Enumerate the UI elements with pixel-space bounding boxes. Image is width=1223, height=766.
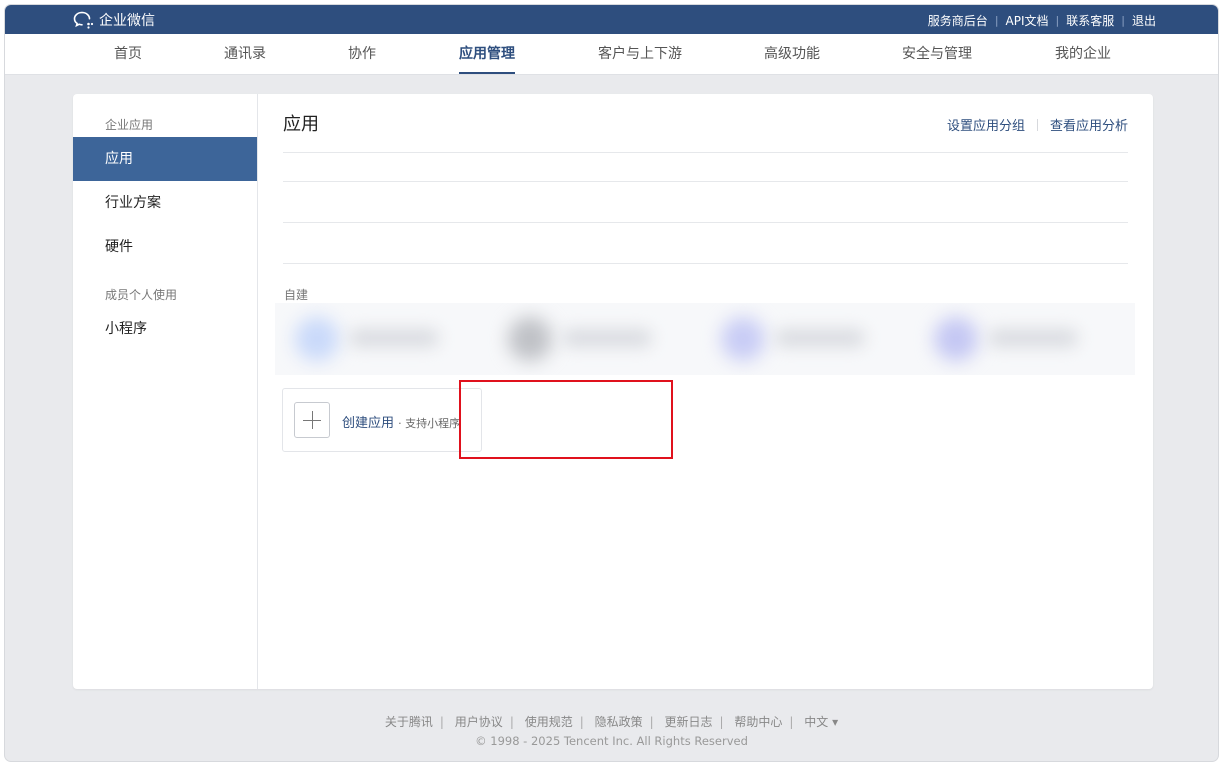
tab-collaboration[interactable]: 协作 bbox=[348, 34, 376, 74]
header-actions: 设置应用分组 查看应用分析 bbox=[947, 115, 1128, 134]
create-app-label: 创建应用 bbox=[342, 416, 395, 431]
separator: | bbox=[994, 14, 999, 27]
divider bbox=[283, 222, 1128, 223]
footer-link-usage-rules[interactable]: 使用规范 bbox=[525, 715, 573, 729]
api-docs-link[interactable]: API文档 bbox=[1006, 12, 1049, 29]
app-name bbox=[988, 329, 1078, 347]
separator: | bbox=[579, 715, 584, 729]
app-icon bbox=[721, 317, 765, 361]
footer-link-changelog[interactable]: 更新日志 bbox=[664, 715, 712, 729]
divider bbox=[283, 263, 1128, 264]
app-icon bbox=[508, 317, 552, 361]
tab-customers[interactable]: 客户与上下游 bbox=[598, 34, 682, 74]
blurred-app-list bbox=[275, 303, 1135, 375]
wecom-logo-icon bbox=[73, 11, 94, 29]
brand-logo[interactable]: 企业微信 bbox=[73, 10, 155, 30]
app-item[interactable] bbox=[275, 303, 465, 375]
separator: | bbox=[1121, 14, 1125, 27]
brand-name: 企业微信 bbox=[99, 13, 155, 29]
create-app-text: 创建应用 · 支持小程序 bbox=[342, 412, 460, 431]
separator: | bbox=[1055, 14, 1060, 27]
divider bbox=[283, 181, 1128, 182]
sidebar: 企业应用 应用 行业方案 硬件 成员个人使用 小程序 bbox=[73, 94, 258, 689]
app-icon bbox=[295, 317, 339, 361]
separator: | bbox=[439, 715, 444, 729]
create-app-button[interactable]: 创建应用 · 支持小程序 bbox=[282, 388, 482, 452]
separator bbox=[1036, 118, 1038, 131]
app-name bbox=[775, 329, 865, 347]
sidebar-group-personal-use: 成员个人使用 bbox=[105, 288, 178, 302]
app-icon bbox=[934, 317, 978, 361]
tab-security[interactable]: 安全与管理 bbox=[902, 34, 972, 74]
app-item[interactable] bbox=[488, 303, 678, 375]
tab-my-enterprise[interactable]: 我的企业 bbox=[1055, 34, 1111, 74]
sidebar-item-apps[interactable]: 应用 bbox=[73, 137, 257, 181]
main-nav: 首页 通讯录 协作 应用管理 客户与上下游 高级功能 安全与管理 我的企业 bbox=[5, 34, 1218, 75]
sidebar-item-hardware[interactable]: 硬件 bbox=[73, 225, 257, 269]
content-card: 企业应用 应用 行业方案 硬件 成员个人使用 小程序 应用 设置应用分组 查看应… bbox=[73, 94, 1153, 689]
footer-link-about[interactable]: 关于腾讯 bbox=[385, 715, 433, 729]
set-app-group-link[interactable]: 设置应用分组 bbox=[947, 115, 1025, 134]
app-name bbox=[349, 329, 439, 347]
tab-contacts[interactable]: 通讯录 bbox=[224, 34, 266, 74]
main-panel: 应用 设置应用分组 查看应用分析 自建 创建应用 · 支持小程序 bbox=[258, 94, 1153, 689]
tab-app-management[interactable]: 应用管理 bbox=[459, 34, 515, 74]
tab-advanced[interactable]: 高级功能 bbox=[764, 34, 820, 74]
language-selector[interactable]: 中文 ▾ bbox=[804, 715, 838, 729]
separator: | bbox=[509, 715, 514, 729]
contact-support-link[interactable]: 联系客服 bbox=[1066, 12, 1114, 29]
tab-home[interactable]: 首页 bbox=[114, 34, 142, 74]
top-links: 服务商后台 | API文档 | 联系客服 | 退出 bbox=[928, 12, 1156, 29]
divider bbox=[283, 152, 1128, 153]
create-app-sub: · 支持小程序 bbox=[398, 417, 461, 430]
footer-links: 关于腾讯 | 用户协议 | 使用规范 | 隐私政策 | 更新日志 | 帮助中心 | 中文 ▾ bbox=[5, 713, 1218, 730]
separator: | bbox=[649, 715, 654, 729]
copyright: © 1998 - 2025 Tencent Inc. All Rights Re… bbox=[475, 734, 748, 748]
service-provider-link[interactable]: 服务商后台 bbox=[928, 12, 988, 29]
section-label-self-built: 自建 bbox=[284, 288, 309, 302]
plus-icon bbox=[294, 402, 330, 438]
logout-link[interactable]: 退出 bbox=[1132, 12, 1156, 29]
footer-link-privacy[interactable]: 隐私政策 bbox=[595, 715, 643, 729]
footer-link-help[interactable]: 帮助中心 bbox=[734, 715, 782, 729]
top-bar: 企业微信 服务商后台 | API文档 | 联系客服 | 退出 bbox=[5, 5, 1218, 34]
browser-window: 企业微信 服务商后台 | API文档 | 联系客服 | 退出 首页 通讯录 协作… bbox=[5, 5, 1218, 761]
app-item[interactable] bbox=[914, 303, 1104, 375]
app-name bbox=[562, 329, 652, 347]
highlight-box bbox=[459, 380, 673, 459]
separator: | bbox=[719, 715, 724, 729]
sidebar-item-mini-programs[interactable]: 小程序 bbox=[73, 307, 257, 351]
page-title: 应用 bbox=[283, 114, 319, 135]
sidebar-item-industry-solutions[interactable]: 行业方案 bbox=[73, 181, 257, 225]
view-app-analytics-link[interactable]: 查看应用分析 bbox=[1050, 115, 1128, 134]
sidebar-group-enterprise-apps: 企业应用 bbox=[105, 118, 154, 132]
app-item[interactable] bbox=[701, 303, 891, 375]
separator: | bbox=[789, 715, 794, 729]
footer-link-user-agreement[interactable]: 用户协议 bbox=[455, 715, 503, 729]
